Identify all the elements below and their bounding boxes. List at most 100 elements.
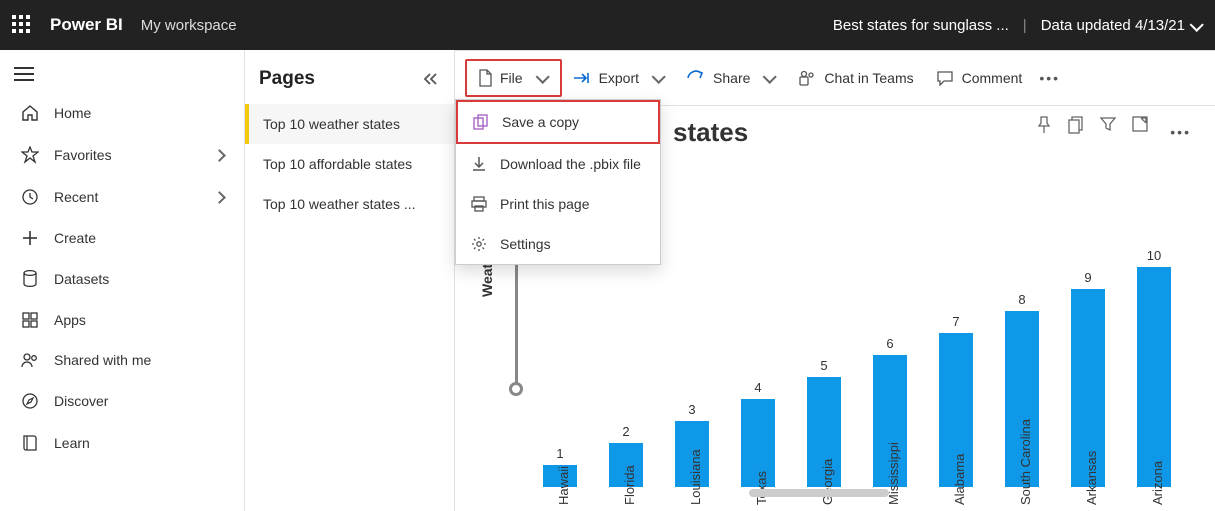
star-icon — [20, 146, 40, 164]
download-icon — [470, 156, 488, 172]
print-icon — [470, 196, 488, 212]
bar-florida[interactable]: 2Florida — [595, 424, 657, 487]
report-title-header[interactable]: Best states for sunglass ... — [833, 17, 1009, 34]
nav-item-apps[interactable]: Apps — [0, 300, 244, 340]
category-label: Georgia — [820, 459, 835, 505]
bar-louisiana[interactable]: 3Louisiana — [661, 402, 723, 487]
category-label: Hawaii — [556, 466, 571, 505]
menu-settings[interactable]: Settings — [456, 224, 660, 264]
pin-visual-icon[interactable] — [1036, 116, 1052, 148]
bar-value-label: 4 — [754, 380, 761, 395]
chevron-right-icon — [215, 193, 224, 202]
bar-arkansas[interactable]: 9Arkansas — [1057, 270, 1119, 487]
bar-texas[interactable]: 4Texas — [727, 380, 789, 487]
nav-item-shared[interactable]: Shared with me — [0, 340, 244, 380]
menu-label: Settings — [500, 236, 551, 252]
nav-item-create[interactable]: Create — [0, 218, 244, 258]
export-icon — [573, 71, 591, 85]
share-icon — [687, 70, 705, 86]
nav-label: Shared with me — [54, 352, 151, 368]
brand-label: Power BI — [50, 15, 123, 35]
nav-item-learn[interactable]: Learn — [0, 422, 244, 464]
visual-more-icon[interactable]: ••• — [1164, 116, 1197, 148]
chat-label: Chat in Teams — [824, 70, 913, 86]
bar-south-carolina[interactable]: 8South Carolina — [991, 292, 1053, 487]
bar-hawaii[interactable]: 1Hawaii — [529, 446, 591, 487]
nav-item-home[interactable]: Home — [0, 92, 244, 134]
bar-value-label: 6 — [886, 336, 893, 351]
teams-icon — [798, 70, 816, 86]
bar-value-label: 1 — [556, 446, 563, 461]
share-label: Share — [713, 70, 750, 86]
chevron-down-icon — [653, 74, 665, 82]
file-dropdown-menu: Save a copy Download the .pbix file Prin… — [455, 99, 661, 265]
apps-icon — [20, 312, 40, 328]
bar-value-label: 10 — [1147, 248, 1161, 263]
focus-mode-icon[interactable] — [1132, 116, 1148, 148]
category-label: Louisiana — [688, 449, 703, 505]
nav-label: Learn — [54, 435, 90, 451]
page-tab-weather2[interactable]: Top 10 weather states ... — [245, 184, 454, 224]
nav-label: Favorites — [54, 147, 112, 163]
copy-visual-icon[interactable] — [1068, 116, 1084, 148]
home-icon — [20, 104, 40, 122]
toolbar-more-button[interactable]: ••• — [1033, 62, 1066, 94]
data-updated-dropdown[interactable]: Data updated 4/13/21 — [1041, 17, 1203, 34]
nav-collapse-button[interactable] — [0, 56, 244, 92]
comment-button[interactable]: Comment — [925, 62, 1034, 94]
header-divider: | — [1023, 17, 1027, 34]
plus-icon — [20, 230, 40, 246]
book-icon — [20, 434, 40, 452]
menu-save-copy[interactable]: Save a copy — [456, 100, 660, 144]
chevron-down-icon — [1191, 22, 1203, 30]
page-tab-affordable[interactable]: Top 10 affordable states — [245, 144, 454, 184]
category-label: Alabama — [952, 454, 967, 505]
bar-value-label: 3 — [688, 402, 695, 417]
nav-label: Apps — [54, 312, 86, 328]
nav-item-recent[interactable]: Recent — [0, 176, 244, 218]
bar-value-label: 9 — [1084, 270, 1091, 285]
horizontal-scrollbar[interactable] — [749, 489, 889, 497]
pages-title: Pages — [259, 68, 315, 90]
bar-rect — [1137, 267, 1171, 487]
bar-value-label: 7 — [952, 314, 959, 329]
bar-value-label: 2 — [622, 424, 629, 439]
chat-teams-button[interactable]: Chat in Teams — [787, 62, 924, 94]
gear-icon — [470, 236, 488, 252]
category-label: Arkansas — [1084, 451, 1099, 505]
bar-alabama[interactable]: 7Alabama — [925, 314, 987, 487]
nav-item-discover[interactable]: Discover — [0, 380, 244, 422]
bar-arizona[interactable]: 10Arizona — [1123, 248, 1185, 487]
menu-label: Download the .pbix file — [500, 156, 641, 172]
category-label: Florida — [622, 465, 637, 505]
menu-label: Save a copy — [502, 114, 579, 130]
export-menu-button[interactable]: Export — [562, 62, 676, 94]
people-icon — [20, 352, 40, 368]
file-menu-button[interactable]: File — [465, 59, 562, 97]
chevron-right-icon — [215, 151, 224, 160]
share-menu-button[interactable]: Share — [676, 62, 787, 94]
app-launcher-icon[interactable] — [12, 15, 32, 35]
navigation-rail: Home Favorites Recent Create Datasets Ap… — [0, 50, 245, 511]
collapse-pages-button[interactable] — [422, 72, 440, 86]
workspace-label[interactable]: My workspace — [141, 17, 237, 34]
nav-item-favorites[interactable]: Favorites — [0, 134, 244, 176]
menu-download-pbix[interactable]: Download the .pbix file — [456, 144, 660, 184]
clock-icon — [20, 188, 40, 206]
filter-icon[interactable] — [1100, 116, 1116, 148]
report-canvas: File Export Share Chat in Teams Comment — [455, 50, 1215, 511]
slicer-handle-bottom[interactable] — [509, 382, 523, 396]
report-toolbar: File Export Share Chat in Teams Comment — [455, 51, 1215, 106]
app-header: Power BI My workspace Best states for su… — [0, 0, 1215, 50]
category-label: South Carolina — [1018, 419, 1033, 505]
menu-print[interactable]: Print this page — [456, 184, 660, 224]
nav-label: Home — [54, 105, 91, 121]
file-icon — [478, 69, 492, 87]
category-label: Arizona — [1150, 461, 1165, 505]
save-copy-icon — [472, 114, 490, 130]
bar-georgia[interactable]: 5Georgia — [793, 358, 855, 487]
page-tab-weather[interactable]: Top 10 weather states — [245, 104, 454, 144]
compass-icon — [20, 392, 40, 410]
nav-item-datasets[interactable]: Datasets — [0, 258, 244, 300]
bar-mississippi[interactable]: 6Mississippi — [859, 336, 921, 487]
